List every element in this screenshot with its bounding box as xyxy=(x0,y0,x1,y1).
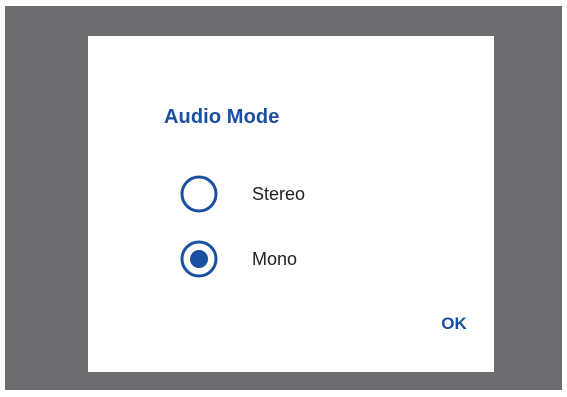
radio-checked-icon[interactable] xyxy=(180,240,218,278)
dialog-title: Audio Mode xyxy=(164,106,280,128)
option-stereo-label: Stereo xyxy=(252,183,306,204)
radio-unchecked-icon[interactable] xyxy=(180,175,218,213)
option-mono-label: Mono xyxy=(252,248,298,269)
option-stereo[interactable]: Stereo xyxy=(180,170,340,218)
audio-mode-dialog: Audio Mode Stereo Mono OK xyxy=(88,36,494,372)
ok-button[interactable]: OK xyxy=(426,304,482,344)
option-mono[interactable]: Mono xyxy=(180,235,340,283)
